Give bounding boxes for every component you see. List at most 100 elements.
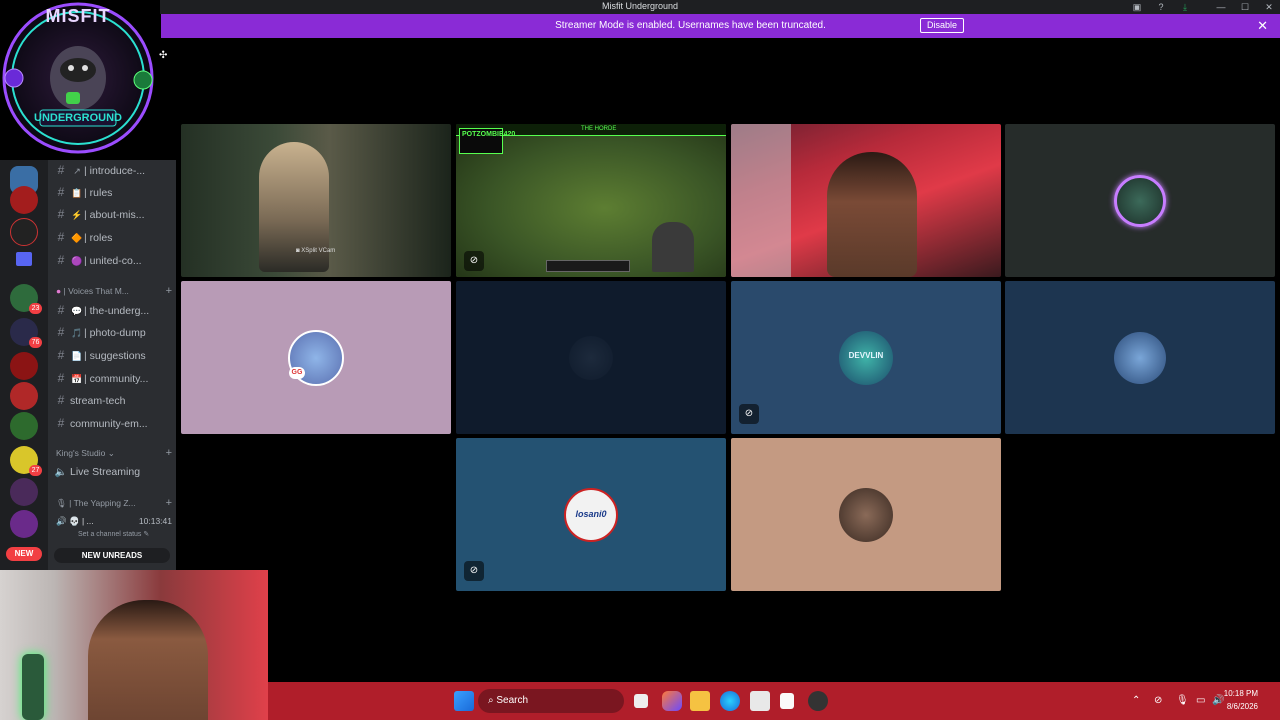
hash-icon: # — [57, 393, 65, 407]
store-icon[interactable] — [750, 691, 770, 711]
task-view-icon[interactable] — [634, 694, 648, 708]
server-icon[interactable] — [10, 510, 38, 538]
edge-icon[interactable] — [720, 691, 740, 711]
server-icon[interactable] — [10, 382, 38, 410]
add-channel-icon[interactable]: + — [166, 284, 172, 298]
stream-icon: ⊘ — [464, 561, 484, 581]
video-tile-webcam-1[interactable]: ◙ XSplit VCam — [181, 124, 451, 277]
streamer-mode-text: Streamer Mode is enabled. Usernames have… — [555, 20, 826, 31]
avatar-label: losani0 — [575, 508, 607, 519]
display-icon[interactable]: ▭ — [1196, 682, 1205, 720]
video-tile-avatar-4[interactable]: DEVVLIN ⊘ — [731, 281, 1001, 434]
notepad-icon[interactable] — [780, 693, 794, 709]
server-icon[interactable] — [10, 352, 38, 380]
stream-icon: ⊘ — [739, 404, 759, 424]
channel-label: | about-mis... — [84, 209, 145, 221]
vcam-caption-text: XSplit VCam — [301, 248, 336, 254]
channel-roles[interactable]: # 🔶| roles — [52, 227, 172, 247]
download-icon[interactable]: ⤓ — [1174, 0, 1196, 14]
close-window-button[interactable]: ✕ — [1258, 0, 1280, 14]
minimize-button[interactable]: — — [1210, 0, 1232, 14]
channel-stream-tech[interactable]: # stream-tech — [52, 390, 172, 410]
taskbar-clock[interactable]: 10:18 PM 8/6/2026 — [1224, 687, 1258, 713]
video-tile-avatar-3[interactable] — [456, 281, 726, 434]
server-icon[interactable] — [10, 478, 38, 506]
channel-photo-dump[interactable]: # 🎵| photo-dump — [52, 322, 172, 342]
volume-icon[interactable]: 🔊 — [1212, 682, 1224, 720]
channel-emoji: 💬 — [71, 306, 83, 316]
server-icon[interactable]: 23 — [10, 284, 42, 314]
participant-avatar — [839, 487, 893, 542]
stream-icon: ⊘ — [464, 251, 484, 271]
network-icon[interactable]: ⊘ — [1154, 682, 1162, 720]
mention-badge: 23 — [29, 303, 42, 314]
channel-label: | the-underg... — [84, 305, 150, 317]
server-icon[interactable] — [10, 412, 38, 440]
channel-united[interactable]: # 🟣| united-co... — [52, 250, 172, 270]
channel-the-underground[interactable]: # 💬| the-underg... — [52, 300, 172, 320]
help-icon[interactable]: ? — [1150, 0, 1172, 14]
taskbar-search[interactable]: ⌕ Search — [478, 689, 624, 713]
game-logo: POTZOMBIE420 — [459, 128, 515, 154]
channel-label: | introduce-... — [84, 165, 146, 177]
hash-icon: # — [57, 163, 65, 177]
server-icon[interactable] — [10, 186, 38, 214]
channel-status-placeholder: Set a channel status — [78, 531, 142, 538]
title-bar: AI Misfit Underground ▣ ? ⤓ — ☐ ✕ — [0, 0, 1280, 14]
video-tile-webcam-2[interactable] — [731, 124, 1001, 277]
channel-label: | rules — [84, 187, 113, 199]
channel-rules[interactable]: # 📋| rules — [52, 182, 172, 202]
channel-introduce[interactable]: # ↗ | introduce-... — [52, 160, 172, 180]
channel-suggestions[interactable]: # 📄| suggestions — [52, 345, 172, 365]
show-hidden-icons[interactable]: ⌃ — [1132, 682, 1140, 720]
channel-about[interactable]: # ⚡| about-mis... — [52, 204, 172, 224]
participant-avatar — [569, 335, 613, 380]
start-icon[interactable] — [454, 691, 474, 711]
maximize-button[interactable]: ☐ — [1234, 0, 1256, 14]
video-tile-avatar-7[interactable] — [731, 438, 1001, 591]
category-voices[interactable]: ● | Voices That M... + — [56, 284, 174, 298]
copilot-icon[interactable] — [662, 691, 682, 711]
channel-live-streaming[interactable]: 🔈 Live Streaming — [52, 462, 172, 482]
misfit-underground-logo: MISFIT UNDERGROUND — [0, 0, 160, 160]
folder-icon[interactable] — [16, 252, 32, 266]
server-icon[interactable] — [10, 218, 38, 246]
windows-taskbar: ⌕ Search ⌃ ⊘ 🎙 ▭ 🔊 10:18 PM 8/6/2026 — [268, 682, 1280, 720]
category-label: King's Studio — [56, 448, 106, 458]
video-tile-game-stream[interactable]: POTZOMBIE420 THE HORDE ⊘ — [456, 124, 726, 277]
video-tile-avatar-1[interactable] — [1005, 124, 1275, 277]
video-tile-avatar-6[interactable]: losani0 ⊘ — [456, 438, 726, 591]
video-tile-avatar-2[interactable]: GG — [181, 281, 451, 434]
category-kings-studio[interactable]: King's Studio ⌄ + — [56, 446, 174, 460]
hash-icon: # — [57, 230, 65, 244]
channel-emoji: 🎵 — [71, 328, 83, 338]
participant-avatar — [1114, 174, 1166, 227]
category-yapping[interactable]: 🎙 | The Yapping Z... + — [56, 496, 174, 510]
hash-icon: # — [57, 185, 65, 199]
skull-icon: 💀 — [68, 516, 80, 526]
voice-channel-active[interactable]: 🔊 💀 | ... 10:13:41 — [56, 514, 174, 528]
channel-status-input[interactable]: Set a channel status ✎ — [78, 530, 174, 538]
server-icon[interactable]: 27 — [10, 446, 42, 476]
hash-icon: # — [57, 348, 65, 362]
disable-streamer-mode-button[interactable]: Disable — [920, 18, 964, 33]
obs-icon[interactable] — [808, 691, 828, 711]
hash-icon: # — [57, 303, 65, 317]
new-unreads-button[interactable]: NEW UNREADS — [54, 548, 170, 563]
channel-community-em[interactable]: # community-em... — [52, 413, 172, 433]
file-explorer-icon[interactable] — [690, 691, 710, 711]
channel-label: Live Streaming — [70, 466, 141, 478]
channel-community[interactable]: # 📅| community... — [52, 368, 172, 388]
channel-list: # ↗ | introduce-... # 📋| rules # ⚡| about-mi… — [48, 160, 176, 570]
hash-icon: # — [57, 207, 65, 221]
new-unread-pill[interactable]: NEW — [6, 547, 42, 561]
clock-time: 10:18 PM — [1223, 689, 1258, 698]
close-banner-icon[interactable]: ✕ — [1257, 18, 1268, 34]
add-channel-icon[interactable]: + — [166, 446, 172, 460]
inbox-icon[interactable]: ▣ — [1126, 0, 1148, 14]
video-tile-avatar-5[interactable] — [1005, 281, 1275, 434]
add-channel-icon[interactable]: + — [166, 496, 172, 510]
brain-icon: ● — [56, 286, 62, 296]
mic-icon[interactable]: 🎙 — [1176, 682, 1189, 720]
server-icon[interactable]: 76 — [10, 318, 42, 348]
